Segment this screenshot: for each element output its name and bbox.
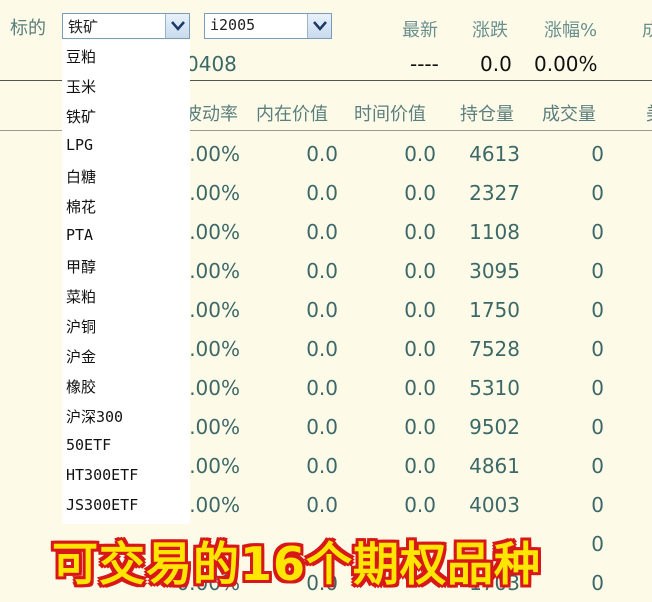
cell-time-value: 0.0 bbox=[404, 337, 436, 361]
dropdown-option[interactable]: 棉花 bbox=[66, 196, 96, 217]
contract-dropdown-button[interactable] bbox=[307, 14, 331, 38]
cell-time-value: 0.0 bbox=[404, 142, 436, 166]
latest-header: 最新 bbox=[402, 20, 438, 41]
dropdown-option[interactable]: 沪铜 bbox=[66, 316, 96, 337]
dropdown-option[interactable]: 50ETF bbox=[66, 436, 111, 454]
dropdown-option[interactable]: 菜粕 bbox=[66, 286, 96, 307]
cell-intrinsic: 0.0 bbox=[306, 376, 338, 400]
truncated-header: 成 bbox=[642, 20, 652, 41]
col-open-interest: 持仓量 bbox=[460, 104, 514, 125]
cell-intrinsic: 0.0 bbox=[306, 337, 338, 361]
col-time-value: 时间价值 bbox=[354, 104, 426, 125]
col-volatility: 波动率 bbox=[184, 104, 238, 125]
cell-intrinsic: 0.0 bbox=[306, 259, 338, 283]
cell-time-value: 0.0 bbox=[404, 376, 436, 400]
cell-volatility: .00% bbox=[189, 220, 240, 244]
cell-time-value: 0.0 bbox=[404, 415, 436, 439]
overlay-caption: 可交易的16个期权品种 bbox=[52, 537, 542, 591]
cell-time-value: 0.0 bbox=[404, 493, 436, 517]
dropdown-option[interactable]: JS300ETF bbox=[66, 496, 138, 514]
cell-intrinsic: 0.0 bbox=[306, 454, 338, 478]
cell-volume: 0 bbox=[591, 298, 604, 322]
change-value: 0.0 bbox=[480, 52, 512, 76]
cell-intrinsic: 0.0 bbox=[306, 415, 338, 439]
cell-volatility: .00% bbox=[189, 181, 240, 205]
cell-volume: 0 bbox=[591, 337, 604, 361]
underlying-select[interactable]: 铁矿 bbox=[62, 13, 190, 39]
dropdown-option[interactable]: 沪金 bbox=[66, 346, 96, 367]
cell-time-value: 0.0 bbox=[404, 220, 436, 244]
cell-volume: 0 bbox=[591, 376, 604, 400]
cell-time-value: 0.0 bbox=[404, 181, 436, 205]
cell-volatility: .00% bbox=[189, 259, 240, 283]
change-pct-header: 涨幅% bbox=[544, 20, 598, 41]
cell-volatility: .00% bbox=[189, 337, 240, 361]
col-volume: 成交量 bbox=[542, 104, 596, 125]
cell-volatility: .00% bbox=[189, 454, 240, 478]
cell-intrinsic: 0.0 bbox=[306, 142, 338, 166]
contract-select[interactable]: i2005 bbox=[204, 13, 332, 39]
dropdown-option[interactable]: 橡胶 bbox=[66, 376, 96, 397]
cell-open-interest: 2327 bbox=[469, 181, 520, 205]
cell-volatility: .00% bbox=[189, 415, 240, 439]
cell-time-value: 0.0 bbox=[404, 298, 436, 322]
cell-volatility: .00% bbox=[189, 142, 240, 166]
cell-volume: 0 bbox=[591, 259, 604, 283]
cell-time-value: 0.0 bbox=[404, 454, 436, 478]
dropdown-option[interactable]: 沪深300 bbox=[66, 406, 123, 427]
cell-intrinsic: 0.0 bbox=[306, 493, 338, 517]
dropdown-option[interactable]: PTA bbox=[66, 226, 93, 244]
change-header: 涨跌 bbox=[472, 20, 508, 41]
dropdown-option[interactable]: HT300ETF bbox=[66, 466, 138, 484]
dropdown-option[interactable]: 甲醇 bbox=[66, 256, 96, 277]
underlying-dropdown-button[interactable] bbox=[165, 14, 189, 38]
dropdown-option[interactable]: 玉米 bbox=[66, 76, 96, 97]
cell-volume: 0 bbox=[591, 493, 604, 517]
cell-volatility: .00% bbox=[189, 376, 240, 400]
chevron-down-icon bbox=[171, 21, 185, 31]
change-pct-value: 0.00% bbox=[534, 52, 598, 76]
dropdown-option[interactable]: 铁矿 bbox=[66, 106, 96, 127]
latest-price: ---- bbox=[410, 52, 439, 76]
cell-volatility: .00% bbox=[189, 493, 240, 517]
cell-volume: 0 bbox=[591, 454, 604, 478]
cell-volume: 0 bbox=[591, 142, 604, 166]
underlying-dropdown-list[interactable]: 豆粕玉米铁矿 LPG 白糖棉花 PTA 甲醇菜粕沪铜沪金橡胶沪深300 50ETF HT30… bbox=[62, 40, 190, 524]
cell-intrinsic: 0.0 bbox=[306, 220, 338, 244]
cell-open-interest: 9502 bbox=[469, 415, 520, 439]
cell-volume: 0 bbox=[591, 220, 604, 244]
dropdown-option[interactable]: 白糖 bbox=[66, 166, 96, 187]
cell-open-interest: 7528 bbox=[469, 337, 520, 361]
cell-open-interest: 4613 bbox=[469, 142, 520, 166]
cell-open-interest: 4003 bbox=[469, 493, 520, 517]
dropdown-option[interactable]: LPG bbox=[66, 136, 93, 154]
underlying-select-value: 铁矿 bbox=[68, 18, 99, 36]
cell-volatility: .00% bbox=[189, 298, 240, 322]
cell-volume: 0 bbox=[591, 415, 604, 439]
underlying-label: 标的 bbox=[10, 18, 46, 39]
dropdown-option[interactable]: 豆粕 bbox=[66, 46, 96, 67]
cell-open-interest: 4861 bbox=[469, 454, 520, 478]
cell-open-interest: 3095 bbox=[469, 259, 520, 283]
chevron-down-icon bbox=[313, 21, 327, 31]
cell-open-interest: 1750 bbox=[469, 298, 520, 322]
col-intrinsic-value: 内在价值 bbox=[256, 104, 328, 125]
cell-intrinsic: 0.0 bbox=[306, 298, 338, 322]
cell-open-interest: 5310 bbox=[469, 376, 520, 400]
contract-select-value: i2005 bbox=[210, 16, 256, 34]
cell-open-interest: 1108 bbox=[469, 220, 520, 244]
contract-code: 0408 bbox=[186, 52, 237, 76]
col-truncated: 美 bbox=[646, 100, 652, 126]
cell-intrinsic: 0.0 bbox=[306, 181, 338, 205]
cell-volume: 0 bbox=[591, 181, 604, 205]
cell-time-value: 0.0 bbox=[404, 259, 436, 283]
